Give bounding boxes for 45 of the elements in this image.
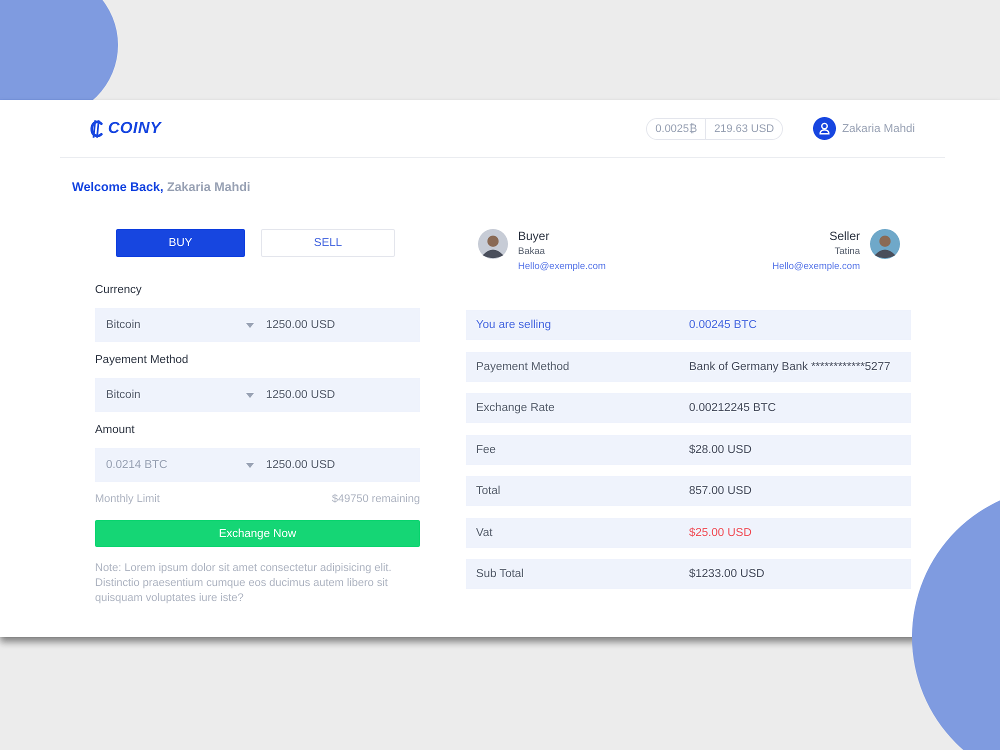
- limit-label: Monthly Limit: [95, 493, 160, 505]
- summary-label: Total: [476, 485, 502, 497]
- summary-value: $25.00 USD: [689, 526, 753, 538]
- summary-value: 857.00 USD: [689, 485, 753, 497]
- party-name: Bakaa: [518, 246, 546, 257]
- trade-tab[interactable]: BUY: [116, 229, 245, 257]
- caret-icon: [246, 322, 254, 328]
- logo-text: COINY: [108, 120, 162, 138]
- field-label: Currency: [95, 284, 143, 296]
- summary-label: Sub Total: [476, 568, 525, 580]
- summary-value: 0.00212245 BTC: [689, 402, 777, 414]
- summary-label: Vat: [476, 526, 494, 538]
- summary-label: You are selling: [476, 319, 552, 331]
- summary-value: $28.00 USD: [689, 444, 753, 456]
- amount-value: 1250.00 USD: [266, 459, 336, 471]
- summary-label: Payement Method: [476, 360, 570, 372]
- summary-value: 0.00245 BTC: [689, 319, 758, 331]
- logo-icon: [90, 118, 104, 138]
- exchange-field[interactable]: 0.0214 BTC 1250.00 USD: [95, 448, 420, 482]
- summary-label: Exchange Rate: [476, 402, 556, 414]
- caret-icon: [246, 462, 254, 468]
- email-link[interactable]: Hello@exemple.com: [772, 261, 860, 272]
- party-name: Tatina: [834, 246, 860, 257]
- exchange-field[interactable]: Bitcoin 1250.00 USD: [95, 308, 420, 342]
- user-icon[interactable]: [813, 117, 836, 140]
- party-role: Buyer: [518, 229, 550, 243]
- note-text: Note: Lorem ipsum dolor sit amet consectetur adipisicing elit. Distinctio praesentium cumque eos ducimus autem libero sit quisquam voluptates iure iste?: [95, 561, 393, 606]
- exchange-field[interactable]: Bitcoin 1250.00 USD: [95, 378, 420, 412]
- field-label: Amount: [95, 424, 136, 436]
- summary-label: Fee: [476, 444, 497, 456]
- party-role: Seller: [828, 229, 860, 243]
- option-dropdown[interactable]: Bitcoin: [106, 389, 258, 401]
- limit-remaining: $49750 remaining: [332, 493, 420, 505]
- summary-value: Bank of Germany Bank ************5277: [689, 360, 892, 372]
- trade-tab[interactable]: SELL: [261, 229, 395, 257]
- email-link[interactable]: Hello@exemple.com: [518, 261, 606, 272]
- btc-balance: 0.0025₿: [654, 122, 698, 134]
- field-label: Payement Method: [95, 354, 190, 366]
- usd-balance: 219.63 USD: [705, 118, 782, 138]
- caret-icon: [246, 392, 254, 398]
- amount-value: 1250.00 USD: [266, 319, 336, 331]
- option-dropdown[interactable]: Bitcoin: [106, 319, 258, 331]
- amount-value: 1250.00 USD: [266, 389, 336, 401]
- summary-value: $1233.00 USD: [689, 568, 766, 580]
- welcome-heading: Welcome Back, Zakaria Mahdi: [72, 180, 252, 194]
